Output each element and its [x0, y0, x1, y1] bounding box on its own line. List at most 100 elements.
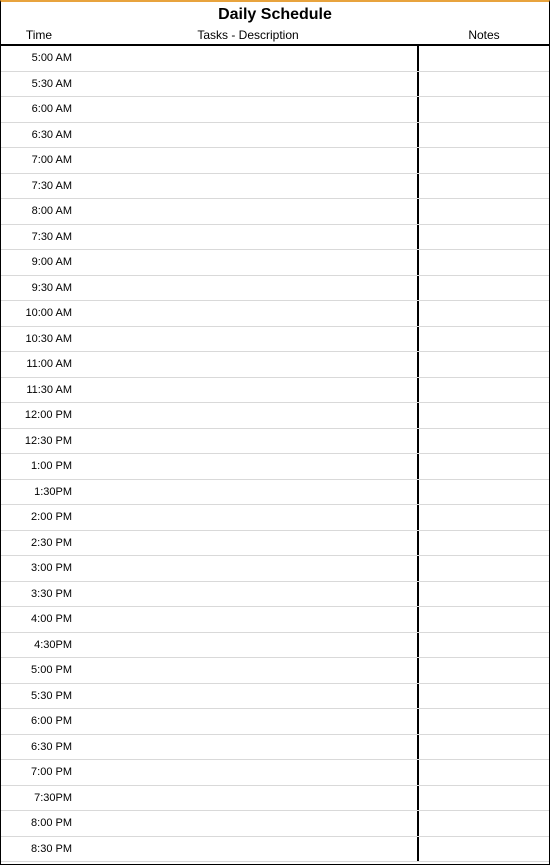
tasks-cell [77, 811, 419, 836]
tasks-cell [77, 837, 419, 862]
time-cell: 4:00 PM [1, 613, 77, 625]
tasks-cell [77, 480, 419, 505]
schedule-row: 7:00 AM [1, 148, 549, 174]
tasks-cell [77, 97, 419, 122]
time-cell: 7:00 PM [1, 766, 77, 778]
schedule-row: 6:00 PM [1, 709, 549, 735]
schedule-row: 11:00 AM [1, 352, 549, 378]
time-cell: 6:30 AM [1, 129, 77, 141]
tasks-cell [77, 327, 419, 352]
schedule-row: 10:00 AM [1, 301, 549, 327]
notes-cell [419, 123, 549, 148]
notes-cell [419, 276, 549, 301]
notes-cell [419, 837, 549, 862]
schedule-row: 11:30 AM [1, 378, 549, 404]
time-cell: 6:30 PM [1, 741, 77, 753]
time-cell: 9:00 AM [1, 256, 77, 268]
notes-cell [419, 658, 549, 683]
schedule-row: 10:30 AM [1, 327, 549, 353]
notes-cell [419, 556, 549, 581]
schedule-row: 9:30 AM [1, 276, 549, 302]
tasks-cell [77, 658, 419, 683]
schedule-row: 7:00 PM [1, 760, 549, 786]
notes-cell [419, 352, 549, 377]
time-cell: 10:30 AM [1, 333, 77, 345]
notes-cell [419, 46, 549, 71]
tasks-cell [77, 633, 419, 658]
notes-cell [419, 582, 549, 607]
header-time: Time [1, 26, 77, 44]
schedule-row: 12:30 PM [1, 429, 549, 455]
notes-cell [419, 327, 549, 352]
page-title: Daily Schedule [1, 2, 549, 26]
rows-container: 5:00 AM 5:30 AM 6:00 AM 6:30 AM 7:00 AM 7:30 … [1, 46, 549, 862]
time-cell: 12:30 PM [1, 435, 77, 447]
tasks-cell [77, 225, 419, 250]
time-cell: 5:30 PM [1, 690, 77, 702]
time-cell: 6:00 PM [1, 715, 77, 727]
notes-cell [419, 225, 549, 250]
notes-cell [419, 429, 549, 454]
time-cell: 8:30 PM [1, 843, 77, 855]
tasks-cell [77, 735, 419, 760]
tasks-cell [77, 46, 419, 71]
notes-cell [419, 684, 549, 709]
header-notes: Notes [419, 26, 549, 44]
notes-cell [419, 454, 549, 479]
tasks-cell [77, 505, 419, 530]
notes-cell [419, 480, 549, 505]
notes-cell [419, 633, 549, 658]
schedule-row: 7:30 AM [1, 225, 549, 251]
schedule-row: 5:30 AM [1, 72, 549, 98]
schedule-row: 6:30 AM [1, 123, 549, 149]
schedule-row: 6:00 AM [1, 97, 549, 123]
notes-cell [419, 709, 549, 734]
schedule-row: 4:30PM [1, 633, 549, 659]
time-cell: 2:00 PM [1, 511, 77, 523]
header-row: Time Tasks - Description Notes [1, 26, 549, 46]
tasks-cell [77, 250, 419, 275]
tasks-cell [77, 582, 419, 607]
schedule-row: 2:30 PM [1, 531, 549, 557]
tasks-cell [77, 556, 419, 581]
time-cell: 3:00 PM [1, 562, 77, 574]
time-cell: 2:30 PM [1, 537, 77, 549]
notes-cell [419, 72, 549, 97]
schedule-row: 5:30 PM [1, 684, 549, 710]
notes-cell [419, 301, 549, 326]
schedule-container: Daily Schedule Time Tasks - Description … [0, 0, 550, 865]
time-cell: 7:30 AM [1, 231, 77, 243]
notes-cell [419, 250, 549, 275]
tasks-cell [77, 199, 419, 224]
time-cell: 11:30 AM [1, 384, 77, 396]
time-cell: 7:30PM [1, 792, 77, 804]
tasks-cell [77, 352, 419, 377]
tasks-cell [77, 148, 419, 173]
time-cell: 7:00 AM [1, 154, 77, 166]
notes-cell [419, 531, 549, 556]
schedule-row: 1:30PM [1, 480, 549, 506]
schedule-row: 3:30 PM [1, 582, 549, 608]
schedule-row: 5:00 PM [1, 658, 549, 684]
schedule-row: 5:00 AM [1, 46, 549, 72]
tasks-cell [77, 760, 419, 785]
time-cell: 4:30PM [1, 639, 77, 651]
notes-cell [419, 174, 549, 199]
tasks-cell [77, 174, 419, 199]
time-cell: 9:30 AM [1, 282, 77, 294]
header-tasks: Tasks - Description [77, 26, 419, 44]
time-cell: 11:00 AM [1, 358, 77, 370]
notes-cell [419, 607, 549, 632]
schedule-row: 6:30 PM [1, 735, 549, 761]
tasks-cell [77, 709, 419, 734]
tasks-cell [77, 276, 419, 301]
time-cell: 6:00 AM [1, 103, 77, 115]
schedule-row: 1:00 PM [1, 454, 549, 480]
tasks-cell [77, 607, 419, 632]
time-cell: 1:00 PM [1, 460, 77, 472]
time-cell: 5:30 AM [1, 78, 77, 90]
notes-cell [419, 148, 549, 173]
notes-cell [419, 735, 549, 760]
notes-cell [419, 786, 549, 811]
notes-cell [419, 97, 549, 122]
